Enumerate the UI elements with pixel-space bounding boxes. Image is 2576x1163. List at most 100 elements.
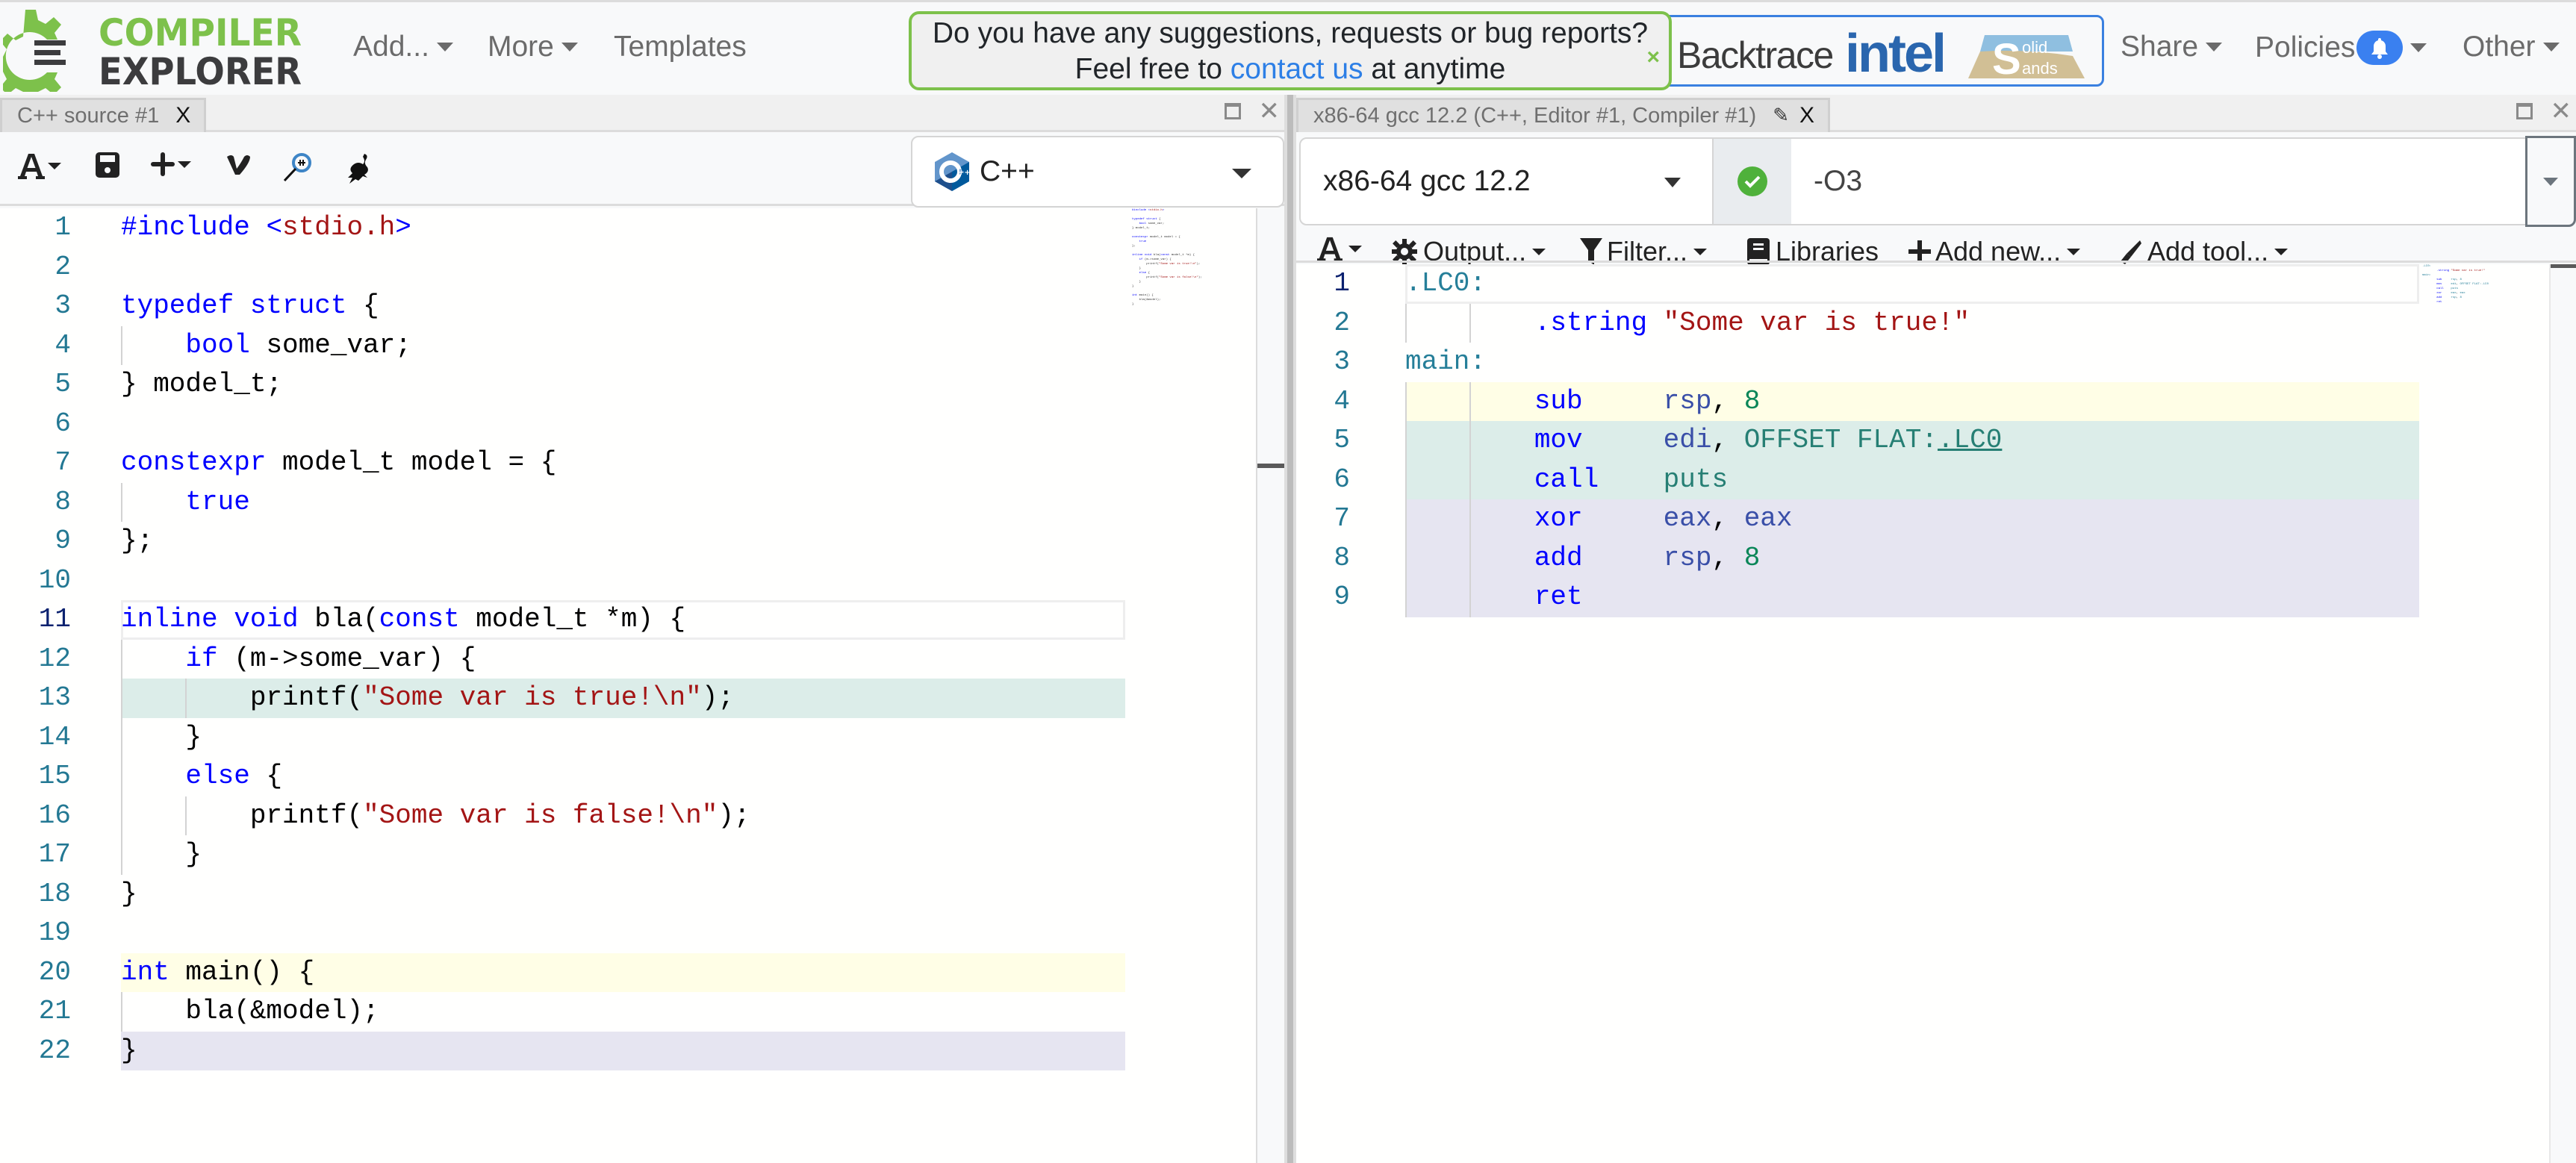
compiler-explorer-logo[interactable]: COMPILER EXPLORER <box>3 7 305 92</box>
code-line[interactable]: 11 inline void bla(const model_t *m) { <box>0 600 1256 640</box>
cppinsights-button[interactable] <box>282 152 314 182</box>
banner-close-icon[interactable]: × <box>1646 40 1660 75</box>
sponsors-box[interactable]: Backtrace intel S olid ands <box>1643 15 2104 87</box>
contact-us-link[interactable]: contact us <box>1231 53 1363 85</box>
editor-scrollbar-track[interactable] <box>1256 208 1257 1163</box>
quick-bench-icon <box>348 154 368 184</box>
code-line[interactable]: 3 typedef struct { <box>0 287 1256 326</box>
svg-text:ands: ands <box>2022 59 2058 78</box>
code-line[interactable]: 19 <box>0 914 1256 953</box>
line-number: 4 <box>55 329 71 361</box>
code-line[interactable]: 1 #include <stdio.h> <box>0 208 1256 248</box>
code-line[interactable]: 18} <box>0 875 1256 914</box>
code-line[interactable]: 9 ret <box>1296 578 2551 617</box>
code-line[interactable]: 17 } <box>0 835 1256 875</box>
banner-prefix: Feel free to <box>1074 53 1222 85</box>
code-line[interactable]: 6 <box>0 405 1256 444</box>
code-line[interactable]: 2 <box>0 248 1256 287</box>
options-dropdown-button[interactable] <box>2525 136 2576 227</box>
code-line[interactable]: 8 true <box>0 482 1256 522</box>
maximize-icon[interactable] <box>1224 103 1241 119</box>
code-line[interactable]: 9}; <box>0 522 1256 561</box>
code-line[interactable]: 4 bool some_var; <box>0 325 1256 365</box>
compiler-select[interactable]: x86-64 gcc 12.2 <box>1299 137 1714 225</box>
font-size-button[interactable] <box>18 152 61 179</box>
sponsor-solid-sands-logo[interactable]: S olid ands <box>1968 35 2085 78</box>
code-line[interactable]: 3 main: <box>1296 343 2551 382</box>
quick-bench-button[interactable] <box>343 152 372 184</box>
compiler-pane-controls: ✕ <box>2516 99 2572 124</box>
nav-more-menu[interactable]: More <box>488 31 578 63</box>
nav-templates-link[interactable]: Templates <box>614 31 747 63</box>
code-line[interactable]: 16 printf("Some var is false!\n"); <box>0 796 1256 835</box>
code-line[interactable]: 4 sub rsp, 8 <box>1296 381 2551 421</box>
toolbar-divider <box>1296 261 2576 263</box>
code-text: int main() { <box>121 956 315 988</box>
code-line[interactable]: 6 call puts <box>1296 460 2551 499</box>
vim-mode-button[interactable] <box>225 152 251 176</box>
assembly-output[interactable]: 1 .LC0: 2 .string "Some var is true!" 3 main… <box>1296 264 2551 1163</box>
source-editor[interactable]: 1 #include <stdio.h> 2 3 typedef struct {4 b… <box>0 208 1256 1163</box>
editor-pane-header: C++ source #1 X ✕ <box>0 95 1284 132</box>
nav-other-menu[interactable]: Other <box>2463 31 2560 63</box>
splitter-handle[interactable] <box>1287 95 1293 1163</box>
line-number: 6 <box>55 408 71 439</box>
code-line[interactable]: 21 bla(&model); <box>0 992 1256 1032</box>
code-line[interactable]: 12 if (m->some_var) { <box>0 639 1256 679</box>
nav-share-menu[interactable]: Share <box>2121 31 2223 63</box>
compiler-tab[interactable]: x86-64 gcc 12.2 (C++, Editor #1, Compile… <box>1296 98 1830 132</box>
code-text: printf("Some var is false!\n"); <box>121 799 750 831</box>
editor-minimap[interactable]: #include <stdio.h> typedef struct { bool … <box>1132 208 1256 343</box>
code-line[interactable]: 7 xor eax, eax <box>1296 499 2551 539</box>
maximize-icon[interactable] <box>2516 103 2533 119</box>
font-size-button[interactable] <box>1317 236 1362 261</box>
code-text: inline void bla(const model_t *m) { <box>121 604 686 634</box>
code-line[interactable]: 10 <box>0 561 1256 601</box>
line-number: 4 <box>1334 385 1350 417</box>
code-line[interactable]: 20 int main() { <box>0 952 1256 992</box>
sponsor-intel[interactable]: intel <box>1845 23 1947 84</box>
close-tab-icon[interactable]: X <box>1799 104 1814 128</box>
code-line[interactable]: 7 constexpr model_t model = { <box>0 443 1256 483</box>
editor-tab[interactable]: C++ source #1 X <box>0 98 207 132</box>
asm-scrollbar-track[interactable] <box>2549 264 2551 1163</box>
code-line[interactable]: 1 .LC0: <box>1296 264 2551 304</box>
pencil-icon[interactable]: ✎ <box>1773 104 1789 127</box>
caret-down-icon <box>561 43 578 52</box>
line-number: 10 <box>38 564 71 596</box>
code-text: } <box>121 839 202 870</box>
code-line[interactable]: 5} model_t; <box>0 365 1256 405</box>
sponsor-backtrace[interactable]: Backtrace <box>1677 34 1834 77</box>
line-number: 13 <box>38 682 71 713</box>
svg-text:++: ++ <box>958 169 969 177</box>
code-line[interactable]: 15 else { <box>0 757 1256 796</box>
add-pane-button[interactable] <box>151 152 191 176</box>
caret-down-icon <box>2206 43 2223 52</box>
compiler-tab-title: x86-64 gcc 12.2 (C++, Editor #1, Compile… <box>1313 104 1757 128</box>
close-pane-icon[interactable]: ✕ <box>2551 99 2572 124</box>
line-number: 2 <box>55 251 71 282</box>
save-button[interactable] <box>96 152 119 178</box>
check-circle-icon <box>1737 166 1767 196</box>
code-line[interactable]: 2 .string "Some var is true!" <box>1296 303 2551 343</box>
caret-down-icon <box>2274 248 2289 255</box>
close-tab-icon[interactable]: X <box>175 104 190 128</box>
nav-more-label: More <box>488 31 554 63</box>
language-select[interactable]: ++ C++ <box>911 136 1284 208</box>
editor-scrollbar-marker <box>1257 464 1284 468</box>
pane-splitter[interactable] <box>1284 95 1296 1163</box>
code-line[interactable]: 13 printf("Some var is true!\n"); <box>0 679 1256 718</box>
compiler-options-input[interactable] <box>1791 137 2538 225</box>
asm-minimap[interactable]: .LC0: .string "Some var is true!" main: s… <box>2422 264 2549 309</box>
nav-policies-menu[interactable]: Policies <box>2255 31 2427 65</box>
code-line[interactable]: 8 add rsp, 8 <box>1296 538 2551 578</box>
nav-add-menu[interactable]: Add... <box>353 31 453 63</box>
code-text: true <box>185 486 250 517</box>
line-number: 5 <box>55 369 71 399</box>
code-line[interactable]: 22} <box>0 1031 1256 1070</box>
add-icon <box>151 152 175 176</box>
code-line[interactable]: 5 mov edi, OFFSET FLAT:.LC0 <box>1296 421 2551 461</box>
close-pane-icon[interactable]: ✕ <box>1259 99 1281 124</box>
compile-status[interactable] <box>1714 137 1791 225</box>
code-line[interactable]: 14 } <box>0 717 1256 757</box>
